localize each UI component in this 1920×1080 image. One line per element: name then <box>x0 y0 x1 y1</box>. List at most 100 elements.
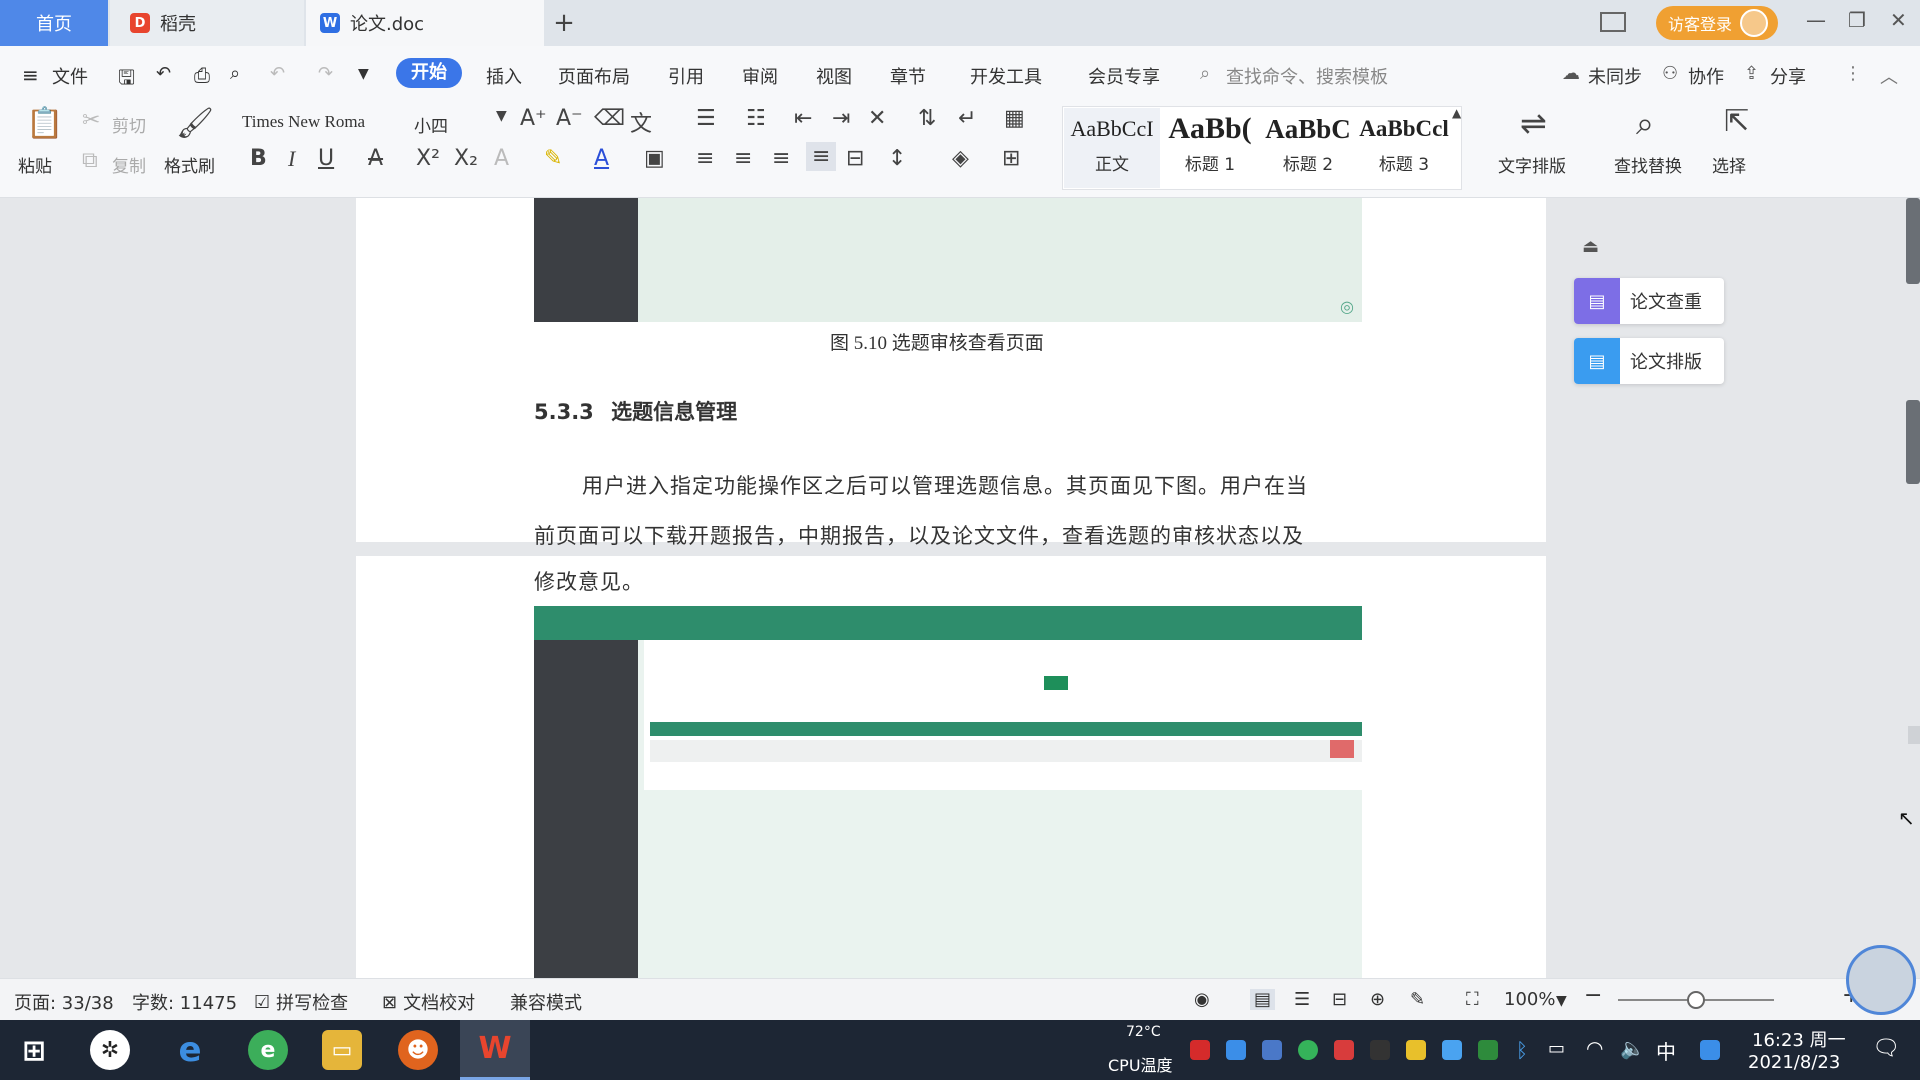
bullet-list-icon[interactable]: ☰ <box>696 106 716 131</box>
collapse-panel-icon[interactable]: ⏏ <box>1582 236 1599 257</box>
wps-taskbar-icon[interactable]: W <box>460 1020 530 1080</box>
tab-document[interactable]: W 论文.doc <box>306 0 544 46</box>
tab-daoke[interactable]: D 稻壳 <box>110 0 304 46</box>
align-left-icon[interactable]: ≡ <box>696 146 714 171</box>
menu-chapter[interactable]: 章节 <box>890 63 926 89</box>
highlight-icon[interactable]: ✎ <box>544 146 562 171</box>
proofread-button[interactable]: ⊠ 文档校对 <box>382 989 475 1015</box>
cut-icon[interactable]: ✂ <box>82 108 100 133</box>
tray-nvidia-icon[interactable] <box>1478 1040 1498 1060</box>
find-replace-button[interactable]: 查找替换 <box>1614 152 1682 177</box>
minimize-icon[interactable]: — <box>1806 8 1826 32</box>
clock-time[interactable]: 16:23 周一 <box>1752 1026 1846 1052</box>
restore-icon[interactable]: ❐ <box>1848 8 1866 32</box>
align-right-icon[interactable]: ≡ <box>772 146 790 171</box>
menu-file[interactable]: 文件 <box>52 63 88 89</box>
page-view-icon[interactable]: ▤ <box>1250 989 1276 1010</box>
wifi-icon[interactable]: ◠ <box>1586 1036 1603 1060</box>
menu-developer[interactable]: 开发工具 <box>970 63 1042 89</box>
share-button[interactable]: 分享 <box>1770 63 1806 89</box>
tray-app-icon[interactable] <box>1298 1040 1318 1060</box>
strikethrough-icon[interactable]: A <box>368 146 383 171</box>
tab-home[interactable]: 首页 <box>0 0 108 46</box>
volume-icon[interactable]: 🔈 <box>1620 1036 1645 1060</box>
copy-button[interactable]: 复制 <box>112 152 146 177</box>
print-icon[interactable]: ⎙ <box>194 63 210 87</box>
undo-icon[interactable]: ↶ <box>270 63 285 84</box>
style-heading1[interactable]: AaBb( 标题 1 <box>1162 108 1258 188</box>
char-border-icon[interactable]: ▣ <box>644 146 665 171</box>
superscript-icon[interactable]: X² <box>416 146 440 171</box>
vertical-scrollbar[interactable] <box>1906 198 1920 978</box>
style-heading3[interactable]: AaBbCcl 标题 3 <box>1356 108 1452 188</box>
word-count[interactable]: 字数: 11475 <box>132 989 237 1015</box>
print-preview-icon[interactable]: ⌕ <box>230 63 240 84</box>
paper-layout-button[interactable]: ▤ 论文排版 <box>1574 338 1724 384</box>
shrink-font-icon[interactable]: A⁻ <box>556 106 583 131</box>
layout-icon[interactable] <box>1600 12 1626 32</box>
write-view-icon[interactable]: ✎ <box>1410 989 1425 1010</box>
text-effect-icon[interactable]: A <box>494 146 509 171</box>
find-replace-icon[interactable]: ⌕ <box>1636 104 1654 143</box>
sort-icon[interactable]: ⇅ <box>918 106 936 131</box>
tray-app-icon[interactable] <box>1442 1040 1462 1060</box>
collapse-ribbon-icon[interactable]: ︿ <box>1880 63 1898 89</box>
grow-font-icon[interactable]: A⁺ <box>520 106 547 131</box>
bold-icon[interactable]: B <box>250 146 267 171</box>
fit-page-icon[interactable]: ⛶ <box>1466 989 1479 1010</box>
redo-icon[interactable]: ↷ <box>318 63 333 84</box>
zoom-slider-thumb[interactable] <box>1687 991 1705 1009</box>
sync-button[interactable]: 未同步 <box>1588 63 1642 89</box>
tray-app-icon[interactable] <box>1700 1040 1720 1060</box>
browser-360-icon[interactable]: e <box>248 1030 288 1070</box>
zoom-chevron-icon[interactable]: ▼ <box>1556 993 1567 1009</box>
command-search-input[interactable]: 查找命令、搜索模板 <box>1226 63 1388 89</box>
clear-format-icon[interactable]: ⌫ <box>594 106 625 131</box>
battery-icon[interactable]: ▭ <box>1548 1038 1565 1059</box>
styles-scroll-icon[interactable]: ▲ <box>1452 106 1461 120</box>
ie-browser-icon[interactable]: e <box>170 1030 210 1070</box>
menu-member[interactable]: 会员专享 <box>1088 63 1160 89</box>
select-button[interactable]: 选择 <box>1712 152 1746 177</box>
font-size-chevron-icon[interactable]: ▼ <box>496 108 507 124</box>
copy-icon[interactable]: ⧉ <box>82 148 98 173</box>
more-icon[interactable]: ⋮ <box>1844 63 1862 84</box>
increase-indent-icon[interactable]: ⇥ <box>832 106 850 131</box>
chinese-layout-icon[interactable]: ✕ <box>868 106 886 131</box>
spell-check-button[interactable]: ☑ 拼写检查 <box>254 989 348 1015</box>
numbered-list-icon[interactable]: ☷ <box>746 106 766 131</box>
notification-icon[interactable]: 🗨 <box>1872 1036 1900 1061</box>
zoom-out-icon[interactable]: − <box>1584 983 1602 1008</box>
menu-view[interactable]: 视图 <box>816 63 852 89</box>
format-painter-button[interactable]: 格式刷 <box>164 152 215 177</box>
menu-insert[interactable]: 插入 <box>486 63 522 89</box>
app-pinwheel-icon[interactable]: ✲ <box>90 1030 130 1070</box>
clock-date[interactable]: 2021/8/23 <box>1748 1052 1840 1073</box>
menu-page-layout[interactable]: 页面布局 <box>558 63 630 89</box>
scroll-thumb[interactable] <box>1906 400 1920 484</box>
underline-icon[interactable]: U <box>318 146 334 171</box>
menu-start[interactable]: 开始 <box>396 58 462 88</box>
tray-app-icon[interactable] <box>1334 1040 1354 1060</box>
bluetooth-icon[interactable]: ᛒ <box>1516 1038 1528 1062</box>
font-color-icon[interactable]: A <box>594 146 609 171</box>
paper-check-button[interactable]: ▤ 论文查重 <box>1574 278 1724 324</box>
font-size-select[interactable]: 小四 <box>414 112 448 137</box>
cut-button[interactable]: 剪切 <box>112 112 146 137</box>
page-indicator[interactable]: 页面: 33/38 <box>14 989 114 1015</box>
outline-view-icon[interactable]: ☰ <box>1294 989 1310 1010</box>
tray-app-icon[interactable] <box>1190 1040 1210 1060</box>
font-name-select[interactable]: Times New Roma <box>242 112 402 132</box>
eye-protect-icon[interactable]: ◉ <box>1194 989 1210 1010</box>
login-button[interactable]: 访客登录 <box>1656 6 1778 40</box>
tray-qq-icon[interactable] <box>1370 1040 1390 1060</box>
menu-review[interactable]: 审阅 <box>742 63 778 89</box>
windows-start-icon[interactable]: ⊞ <box>14 1030 54 1070</box>
text-layout-button[interactable]: 文字排版 <box>1498 152 1566 177</box>
file-explorer-icon[interactable]: ▭ <box>322 1030 362 1070</box>
new-tab-button[interactable]: + <box>552 0 576 46</box>
format-painter-icon[interactable]: 🖌 <box>176 106 214 141</box>
table-tools-icon[interactable]: ▦ <box>1004 106 1025 131</box>
save-icon[interactable]: 🖫 <box>118 63 135 97</box>
borders-icon[interactable]: ⊞ <box>1002 146 1020 171</box>
